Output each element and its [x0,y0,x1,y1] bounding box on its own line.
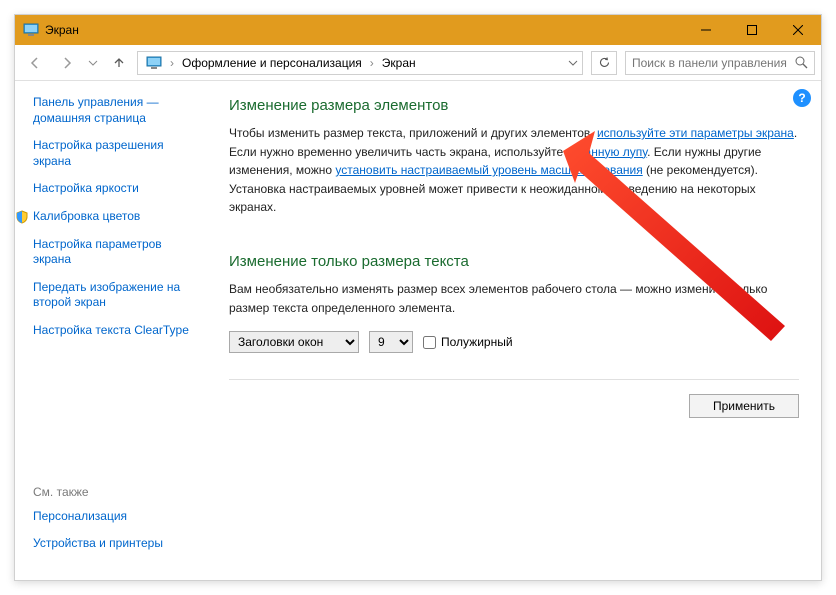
shield-icon [15,210,29,224]
help-icon[interactable]: ? [793,89,811,107]
refresh-button[interactable] [591,51,617,75]
section-paragraph: Вам необязательно изменять размер всех э… [229,280,799,317]
back-button[interactable] [21,49,49,77]
chevron-down-icon[interactable] [568,58,578,68]
search-box[interactable] [625,51,815,75]
divider [229,379,799,380]
address-bar[interactable]: › Оформление и персонализация › Экран [137,51,583,75]
section-heading: Изменение размера элементов [229,97,799,114]
up-button[interactable] [105,49,133,77]
close-button[interactable] [775,15,821,45]
display-settings-link[interactable]: используйте эти параметры экрана [597,126,794,140]
breadcrumb-item[interactable]: Экран [378,56,420,70]
window-frame: Экран › Оформление и персонализация › Эк… [14,14,822,581]
maximize-button[interactable] [729,15,775,45]
window-title: Экран [45,23,683,37]
magnifier-link[interactable]: экранную лупу [567,145,648,159]
breadcrumb-item[interactable]: Оформление и персонализация [178,56,366,70]
chevron-right-icon[interactable]: › [166,56,178,70]
control-panel-home-link[interactable]: Панель управления — домашняя страница [33,95,203,126]
nav-toolbar: › Оформление и персонализация › Экран [15,45,821,81]
section-paragraph: Чтобы изменить размер текста, приложений… [229,124,799,217]
sidebar-link[interactable]: Настройка яркости [33,181,203,197]
search-input[interactable] [632,56,795,70]
see-also-link[interactable]: Устройства и принтеры [33,536,213,552]
sidebar: Панель управления — домашняя страница На… [15,81,215,580]
main-content: ? Изменение размера элементов Чтобы изме… [215,81,821,580]
see-also: См. также Персонализация Устройства и пр… [33,485,213,564]
minimize-button[interactable] [683,15,729,45]
forward-button[interactable] [53,49,81,77]
section-heading: Изменение только размера текста [229,253,799,270]
recent-dropdown[interactable] [85,49,101,77]
search-icon [795,56,808,69]
monitor-icon [23,22,39,38]
sidebar-link[interactable]: Настройка параметров экрана [33,237,203,268]
see-also-heading: См. также [33,485,213,499]
title-bar: Экран [15,15,821,45]
sidebar-link-colors[interactable]: Калибровка цветов [15,209,203,225]
apply-button[interactable]: Применить [689,394,799,418]
size-select[interactable]: 9 [369,331,413,353]
custom-scaling-link[interactable]: установить настраиваемый уровень масштаб… [335,163,642,177]
monitor-icon [146,55,162,71]
sidebar-link[interactable]: Настройка текста ClearType [33,323,203,339]
bold-checkbox-label[interactable]: Полужирный [423,335,513,349]
see-also-link[interactable]: Персонализация [33,509,213,525]
element-select[interactable]: Заголовки окон [229,331,359,353]
sidebar-link[interactable]: Передать изображение на второй экран [33,280,203,311]
chevron-right-icon[interactable]: › [366,56,378,70]
bold-checkbox[interactable] [423,336,436,349]
sidebar-link[interactable]: Настройка разрешения экрана [33,138,203,169]
